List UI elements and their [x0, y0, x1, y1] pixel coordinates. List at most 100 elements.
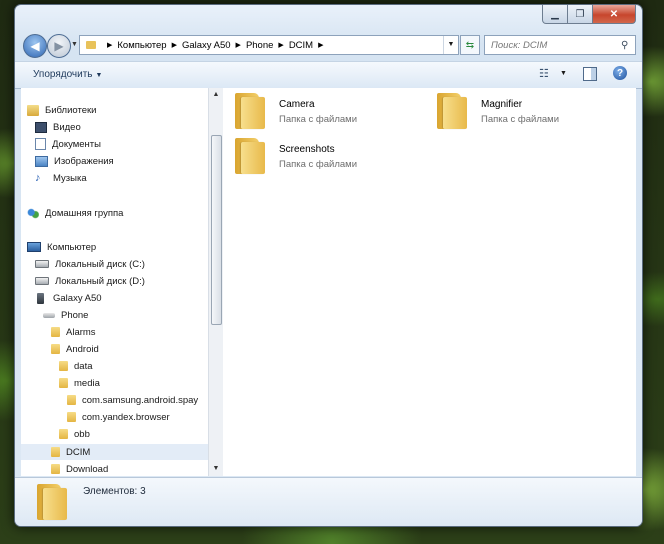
- nav-disk-c[interactable]: Локальный диск (C:): [35, 256, 145, 272]
- crumb-dcim[interactable]: DCIM: [289, 40, 313, 51]
- nav-label: Библиотеки: [45, 104, 97, 116]
- crumb-phone[interactable]: Phone: [246, 40, 273, 51]
- local-disk-icon: [35, 260, 49, 268]
- folder-type: Папка с файлами: [481, 114, 560, 125]
- nav-computer[interactable]: Компьютер: [27, 239, 96, 255]
- scroll-thumb[interactable]: [211, 135, 222, 325]
- nav-galaxy-a50[interactable]: Galaxy A50: [35, 290, 102, 306]
- folder-name: Camera: [279, 99, 315, 110]
- item-count: Элементов: 3: [83, 486, 146, 497]
- nav-homegroup[interactable]: Домашняя группа: [27, 205, 123, 221]
- nav-label: Компьютер: [47, 241, 97, 253]
- chevron-right-icon[interactable]: ▶: [172, 41, 177, 49]
- nav-label: Локальный диск (C:): [55, 258, 145, 270]
- close-button[interactable]: ✕: [593, 5, 636, 24]
- folder-icon: [235, 93, 265, 129]
- nav-folder-yandex-browser[interactable]: com.yandex.browser: [67, 409, 170, 425]
- nav-label: Локальный диск (D:): [55, 275, 145, 287]
- nav-label: Alarms: [66, 326, 96, 338]
- library-icon: [27, 104, 39, 116]
- nav-scrollbar[interactable]: ▲ ▼: [208, 88, 223, 476]
- pictures-icon: [35, 155, 48, 167]
- nav-pictures[interactable]: Изображения: [35, 153, 114, 169]
- chevron-right-icon[interactable]: ▶: [278, 41, 283, 49]
- nav-music[interactable]: ♪ Музыка: [35, 170, 87, 186]
- refresh-icon: ⇆: [465, 39, 475, 51]
- nav-phone[interactable]: Phone: [43, 307, 88, 323]
- crumb-galaxy-a50[interactable]: Galaxy A50: [182, 40, 231, 51]
- scroll-up-icon[interactable]: ▲: [209, 88, 223, 102]
- nav-label: Музыка: [53, 172, 87, 184]
- folder-icon: [59, 361, 68, 371]
- folder-icon: [67, 395, 76, 405]
- local-disk-icon: [35, 277, 49, 285]
- maximize-button[interactable]: ❐: [568, 5, 593, 24]
- nav-label: com.samsung.android.spay: [82, 394, 199, 406]
- nav-label: Документы: [52, 138, 101, 150]
- nav-folder-android[interactable]: Android: [51, 341, 99, 357]
- file-list: Camera Папка с файлами Magnifier Папка с…: [223, 88, 636, 476]
- arrow-right-icon: ▶: [54, 39, 64, 53]
- nav-disk-d[interactable]: Локальный диск (D:): [35, 273, 145, 289]
- nav-libraries[interactable]: Библиотеки: [27, 102, 96, 118]
- folder-icon: [235, 138, 265, 174]
- nav-label: Galaxy A50: [53, 292, 102, 304]
- nav-folder-download[interactable]: Download: [51, 461, 108, 476]
- folder-icon: [37, 484, 67, 520]
- video-icon: [35, 121, 47, 133]
- chevron-right-icon[interactable]: ▶: [318, 41, 323, 49]
- nav-folder-spay[interactable]: com.samsung.android.spay: [67, 392, 198, 408]
- nav-label: data: [74, 360, 93, 372]
- folder-tile-screenshots[interactable]: Screenshots Папка с файлами: [235, 138, 435, 182]
- nav-label: Android: [66, 343, 99, 355]
- view-options-dropdown[interactable]: ▼: [560, 70, 567, 77]
- folder-tile-camera[interactable]: Camera Папка с файлами: [235, 93, 435, 137]
- search-icon[interactable]: ⚲: [621, 40, 635, 51]
- nav-label: Домашняя группа: [45, 207, 124, 219]
- caption-buttons: ▁ ❐ ✕: [542, 5, 636, 24]
- back-button[interactable]: ◀: [23, 34, 47, 58]
- search-box[interactable]: ⚲: [484, 35, 636, 55]
- folder-icon: [59, 378, 68, 388]
- folder-type: Папка с файлами: [279, 159, 358, 170]
- folder-type: Папка с файлами: [279, 114, 358, 125]
- folder-icon: [51, 327, 60, 337]
- nav-label: Видео: [53, 121, 81, 133]
- preview-pane-icon[interactable]: [583, 67, 597, 81]
- nav-label: com.yandex.browser: [82, 411, 170, 423]
- forward-button[interactable]: ▶: [47, 34, 71, 58]
- address-bar[interactable]: ▶ Компьютер ▶ Galaxy A50 ▶ Phone ▶ DCIM …: [79, 35, 459, 55]
- folder-tile-magnifier[interactable]: Magnifier Папка с файлами: [437, 93, 637, 137]
- refresh-button[interactable]: ⇆: [460, 35, 480, 55]
- nav-label: Phone: [61, 309, 89, 321]
- organize-label: Упорядочить: [33, 69, 93, 80]
- folder-icon: [59, 429, 68, 439]
- nav-folder-alarms[interactable]: Alarms: [51, 324, 96, 340]
- nav-video[interactable]: Видео: [35, 119, 81, 135]
- scroll-down-icon[interactable]: ▼: [209, 462, 223, 476]
- recent-pages-dropdown[interactable]: ▼: [71, 41, 78, 48]
- minimize-button[interactable]: ▁: [542, 5, 568, 24]
- chevron-right-icon[interactable]: ▶: [107, 41, 112, 49]
- nav-label: obb: [74, 428, 90, 440]
- search-input[interactable]: [485, 39, 621, 51]
- organize-button[interactable]: Упорядочить ▼: [33, 69, 102, 80]
- chevron-right-icon[interactable]: ▶: [236, 41, 241, 49]
- nav-folder-obb[interactable]: obb: [59, 426, 90, 442]
- nav-folder-data[interactable]: data: [59, 358, 93, 374]
- nav-documents[interactable]: Документы: [35, 136, 101, 152]
- change-view-icon[interactable]: ☷: [539, 67, 549, 80]
- folder-name: Screenshots: [279, 144, 335, 155]
- phone-icon: [37, 292, 44, 304]
- command-bar: Упорядочить ▼ ☷ ▼ ?: [15, 61, 642, 89]
- address-dropdown-icon[interactable]: ▼: [443, 36, 458, 54]
- details-pane: Элементов: 3: [15, 477, 642, 526]
- explorer-window: ▁ ❐ ✕ ◀ ▶ ▼ ▶ Компьютер ▶ Galaxy A50 ▶ P…: [14, 4, 643, 527]
- help-icon[interactable]: ?: [613, 66, 627, 80]
- folder-icon: [67, 412, 76, 422]
- nav-folder-media[interactable]: media: [59, 375, 100, 391]
- crumb-computer[interactable]: Компьютер: [117, 40, 166, 51]
- nav-folder-dcim[interactable]: DCIM: [21, 444, 208, 460]
- folder-icon: [51, 447, 60, 457]
- nav-label: media: [74, 377, 100, 389]
